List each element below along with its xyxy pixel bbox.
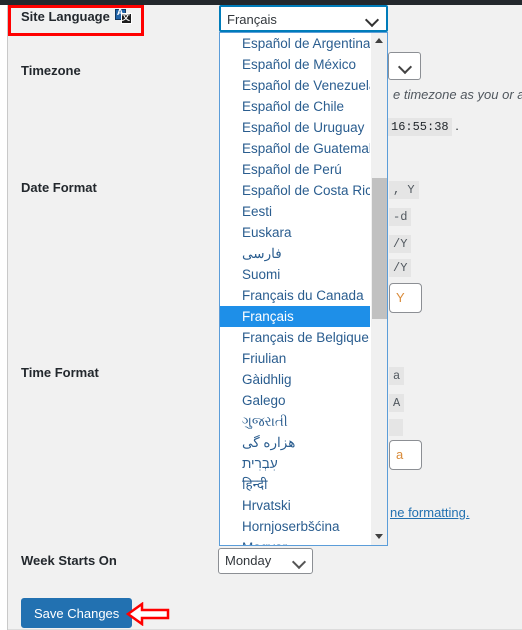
dropdown-option[interactable]: עִבְרִית	[220, 453, 371, 474]
time-format-custom-input[interactable]: a	[389, 440, 422, 470]
dropdown-option[interactable]: Magyar	[220, 537, 371, 545]
dropdown-option[interactable]: هزاره گی	[220, 432, 371, 453]
scroll-down-arrow-icon[interactable]	[371, 528, 387, 545]
dropdown-option[interactable]: Español de Guatemala	[220, 138, 371, 159]
current-time-value: 16:55:38	[388, 118, 452, 136]
dropdown-option[interactable]: Français du Canada	[220, 285, 371, 306]
time-format-preview-3	[389, 419, 403, 436]
label-timezone: Timezone	[21, 63, 81, 78]
scrollbar-thumb[interactable]	[372, 178, 387, 319]
label-date-format: Date Format	[21, 180, 97, 195]
dropdown-option[interactable]: Euskara	[220, 222, 371, 243]
date-format-preview-1: , Y	[389, 181, 419, 199]
time-format-preview-1: a	[389, 367, 405, 385]
dropdown-option[interactable]: Gàidhlig	[220, 369, 371, 390]
dropdown-option[interactable]: ગુજરાતી	[220, 411, 371, 432]
annotation-arrow-to-save	[126, 602, 170, 626]
dropdown-option[interactable]: Español de Costa Rica	[220, 180, 371, 201]
dropdown-option[interactable]: Français de Belgique	[220, 327, 371, 348]
chevron-down-icon	[397, 59, 413, 75]
site-language-select[interactable]: Français	[219, 5, 388, 32]
dropdown-option[interactable]: Hornjoserbšćina	[220, 516, 371, 537]
timezone-current-time: 16:55:38 .	[388, 118, 459, 136]
dropdown-option[interactable]: Français	[220, 306, 371, 327]
label-site-language: Site Language	[21, 7, 133, 24]
dropdown-option[interactable]: Español de Chile	[220, 96, 371, 117]
site-language-value: Français	[227, 12, 277, 27]
site-language-label-text: Site Language	[21, 9, 110, 24]
dropdown-option[interactable]: Español de Uruguay	[220, 117, 371, 138]
dropdown-option[interactable]: Español de Venezuela	[220, 75, 371, 96]
time-format-preview-2: A	[389, 394, 405, 412]
label-week-starts-on: Week Starts On	[21, 553, 117, 568]
scroll-up-arrow-icon[interactable]	[371, 33, 387, 50]
dropdown-option[interactable]: Hrvatski	[220, 495, 371, 516]
admin-menu-edge	[0, 5, 8, 630]
documentation-link[interactable]: ne formatting.	[390, 505, 470, 520]
date-format-preview-3: /Y	[389, 235, 412, 253]
dropdown-option[interactable]: Español de Perú	[220, 159, 371, 180]
label-time-format: Time Format	[21, 365, 99, 380]
dropdown-option[interactable]: Friulian	[220, 348, 371, 369]
site-language-dropdown-list[interactable]: Español de Argentina Español de México Esp…	[219, 32, 388, 546]
dropdown-option[interactable]: Galego	[220, 390, 371, 411]
date-format-preview-4: /Y	[389, 259, 412, 277]
dropdown-option[interactable]: فارسی	[220, 243, 371, 264]
settings-form: Site Language Timezone e timezone as you…	[8, 5, 522, 630]
date-format-custom-input[interactable]: Y	[389, 283, 422, 313]
dropdown-option[interactable]: Español de México	[220, 54, 371, 75]
translate-icon	[114, 7, 133, 24]
dropdown-option[interactable]: Eesti	[220, 201, 371, 222]
week-starts-on-select[interactable]: Monday	[218, 548, 313, 574]
settings-general-screen: Site Language Timezone e timezone as you…	[0, 0, 522, 630]
timezone-select[interactable]	[388, 52, 421, 80]
week-starts-on-value: Monday	[225, 553, 272, 568]
dropdown-option[interactable]: Suomi	[220, 264, 371, 285]
date-format-preview-2: -d	[389, 208, 412, 226]
save-changes-button[interactable]: Save Changes	[21, 598, 133, 628]
chevron-down-icon	[364, 12, 380, 28]
dropdown-options-container: Español de Argentina Español de México Esp…	[220, 33, 371, 545]
dropdown-option[interactable]: हिन्दी	[220, 474, 371, 495]
dropdown-scrollbar[interactable]	[370, 33, 387, 545]
current-time-period: .	[455, 118, 459, 133]
chevron-down-icon	[291, 554, 307, 570]
dropdown-option[interactable]: Español de Argentina	[220, 33, 371, 54]
timezone-description: e timezone as you or a U	[393, 87, 522, 102]
